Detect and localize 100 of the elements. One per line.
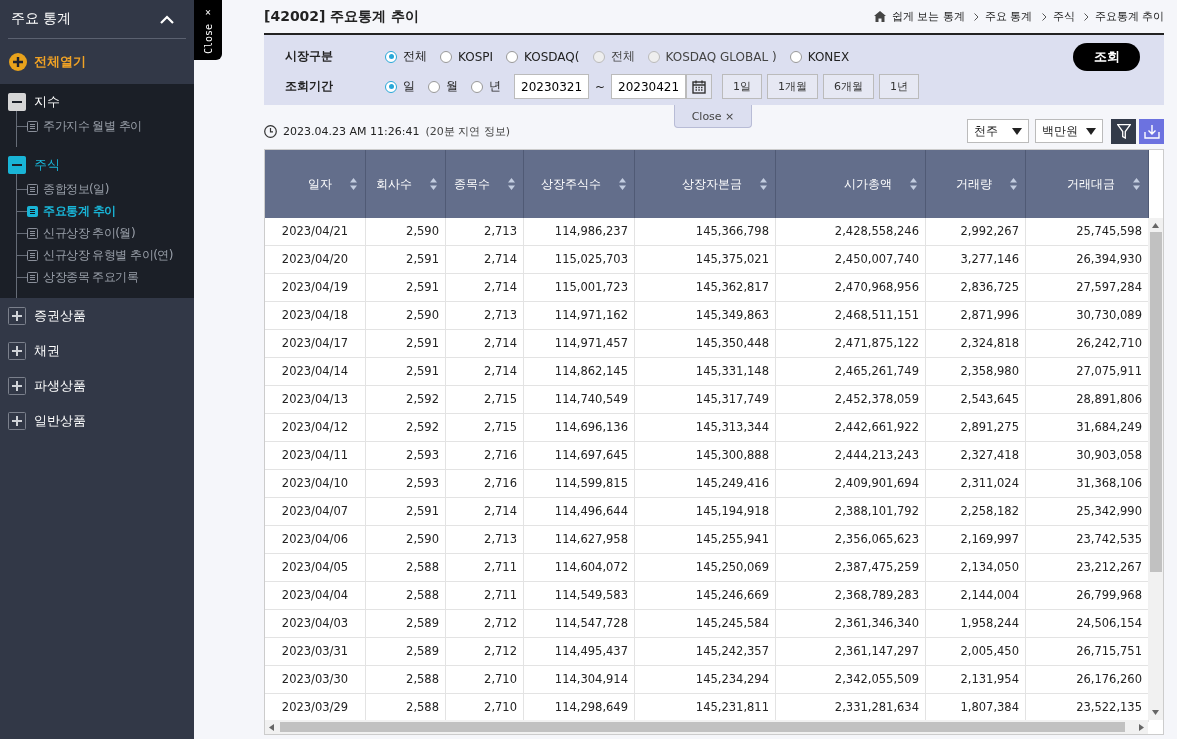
scroll-left-icon (269, 723, 274, 731)
menu-item[interactable]: 주요통계 추이 (27, 202, 116, 220)
list-icon (27, 227, 38, 239)
table-cell: 2023/04/19 (265, 274, 366, 301)
chevron-up-icon[interactable] (160, 14, 174, 24)
close-tab[interactable]: Close × (194, 0, 222, 60)
page-title: [42002] 주요통계 추이 (264, 7, 420, 26)
column-header[interactable]: 상장주식수 (524, 150, 635, 218)
table-cell: 2,428,558,246 (776, 218, 926, 245)
table-cell: 145,349,863 (635, 302, 776, 329)
table-cell: 2023/04/12 (265, 414, 366, 441)
clock-icon (264, 124, 277, 138)
menu-item[interactable]: 상장종목 주요기록 (27, 268, 139, 286)
table-cell: 2,342,055,509 (776, 666, 926, 693)
period-button[interactable]: 1개월 (767, 74, 819, 99)
period-button[interactable]: 1일 (722, 74, 763, 99)
table-cell: 2,714 (446, 274, 524, 301)
close-tab[interactable]: Close × (674, 105, 752, 128)
breadcrumb-link[interactable]: 주요 통계 (985, 9, 1033, 24)
table-cell: 2,409,901,694 (776, 470, 926, 497)
breadcrumb-link[interactable]: 주요통계 추이 (1094, 9, 1164, 24)
menu-group[interactable]: 지수 (0, 84, 194, 119)
calendar-button[interactable] (686, 74, 713, 99)
date-field[interactable]: 20230321 (514, 74, 589, 99)
column-header[interactable]: 회사수 (366, 150, 446, 218)
table-cell: 2,442,661,922 (776, 414, 926, 441)
radio-option[interactable]: KOSPI (440, 49, 494, 64)
table-cell: 2,134,050 (926, 554, 1026, 581)
sort-icon (430, 178, 437, 190)
table-cell: 2023/04/14 (265, 358, 366, 385)
table-cell: 2,590 (366, 302, 446, 329)
table-cell: 2,711 (446, 554, 524, 581)
table-cell: 2,452,378,059 (776, 386, 926, 413)
column-header[interactable]: 시가총액 (776, 150, 926, 218)
vertical-scrollbar[interactable] (1148, 218, 1163, 720)
radio-option[interactable]: KOSDAQ( (506, 49, 580, 64)
period-button[interactable]: 6개월 (823, 74, 875, 99)
home-icon[interactable] (874, 11, 886, 22)
table-cell: 2,592 (366, 414, 446, 441)
radio-option[interactable]: KONEX (789, 49, 850, 64)
list-icon (27, 120, 38, 132)
horizontal-scrollbar[interactable] (265, 720, 1148, 734)
menu-item[interactable]: 주가지수 월별 추이 (27, 117, 142, 135)
unit-select[interactable]: 백만원 (1035, 119, 1103, 143)
download-button[interactable] (1139, 118, 1164, 144)
unit-select[interactable]: 천주 (967, 119, 1029, 143)
radio-option[interactable]: 전체 (385, 48, 427, 65)
plus-box-icon (8, 411, 26, 430)
radio-option[interactable]: 년 (471, 78, 501, 95)
plus-circle-icon (9, 52, 27, 71)
date-field[interactable]: 20230421 (611, 74, 687, 99)
menu-item[interactable]: 신규상장 추이(월) (27, 224, 136, 242)
search-button[interactable]: 조회 (1073, 42, 1140, 71)
sort-icon (1010, 178, 1017, 190)
list-icon (27, 183, 38, 195)
table-cell: 3,277,146 (926, 246, 1026, 273)
column-header[interactable]: 상장자본금 (635, 150, 776, 218)
table-cell: 145,255,941 (635, 526, 776, 553)
expand-all-button[interactable]: 전체열기 (0, 39, 95, 84)
table-cell: 145,313,344 (635, 414, 776, 441)
column-header[interactable]: 거래량 (926, 150, 1026, 218)
table-cell: 2,590 (366, 218, 446, 245)
table-cell: 2,592 (366, 386, 446, 413)
menu-item[interactable]: 종합정보(일) (27, 180, 109, 198)
menu-group[interactable]: 증권상품 (0, 298, 194, 333)
table-cell: 2,589 (366, 610, 446, 637)
table-cell: 2,591 (366, 498, 446, 525)
filter-button[interactable] (1111, 118, 1136, 144)
table-cell: 2,714 (446, 358, 524, 385)
list-icon (27, 271, 38, 283)
radio-option[interactable]: 월 (428, 78, 458, 95)
period-button[interactable]: 1년 (879, 74, 920, 99)
table-cell: 2,716 (446, 442, 524, 469)
column-header[interactable]: 종목수 (446, 150, 524, 218)
column-header[interactable]: 일자 (265, 150, 366, 218)
menu-group[interactable]: 채권 (0, 333, 194, 368)
menu-group[interactable]: 일반상품 (0, 403, 194, 438)
table-cell: 2,590 (366, 526, 446, 553)
table-cell: 2,470,968,956 (776, 274, 926, 301)
breadcrumb-link[interactable]: 주식 (1052, 9, 1075, 24)
column-header[interactable]: 거래대금 (1026, 150, 1149, 218)
radio-option[interactable]: 일 (385, 78, 415, 95)
breadcrumb-link[interactable]: 쉽게 보는 통계 (892, 9, 965, 24)
table-cell: 2,361,147,297 (776, 638, 926, 665)
sort-icon (619, 178, 626, 190)
scroll-right-icon (1139, 723, 1144, 731)
menu-group[interactable]: 주식 (0, 147, 194, 182)
sort-icon (760, 178, 767, 190)
table-cell: 2,591 (366, 330, 446, 357)
table-cell: 2023/03/30 (265, 666, 366, 693)
table-cell: 114,740,549 (524, 386, 635, 413)
table-cell: 2023/03/31 (265, 638, 366, 665)
menu-item[interactable]: 신규상장 유형별 추이(연) (27, 246, 173, 264)
plus-box-icon (8, 306, 26, 325)
plus-box-icon (8, 341, 26, 360)
table-cell: 2,450,007,740 (776, 246, 926, 273)
table-cell: 2,368,789,283 (776, 582, 926, 609)
table-cell: 2,836,725 (926, 274, 1026, 301)
table-cell: 145,375,021 (635, 246, 776, 273)
menu-group[interactable]: 파생상품 (0, 368, 194, 403)
